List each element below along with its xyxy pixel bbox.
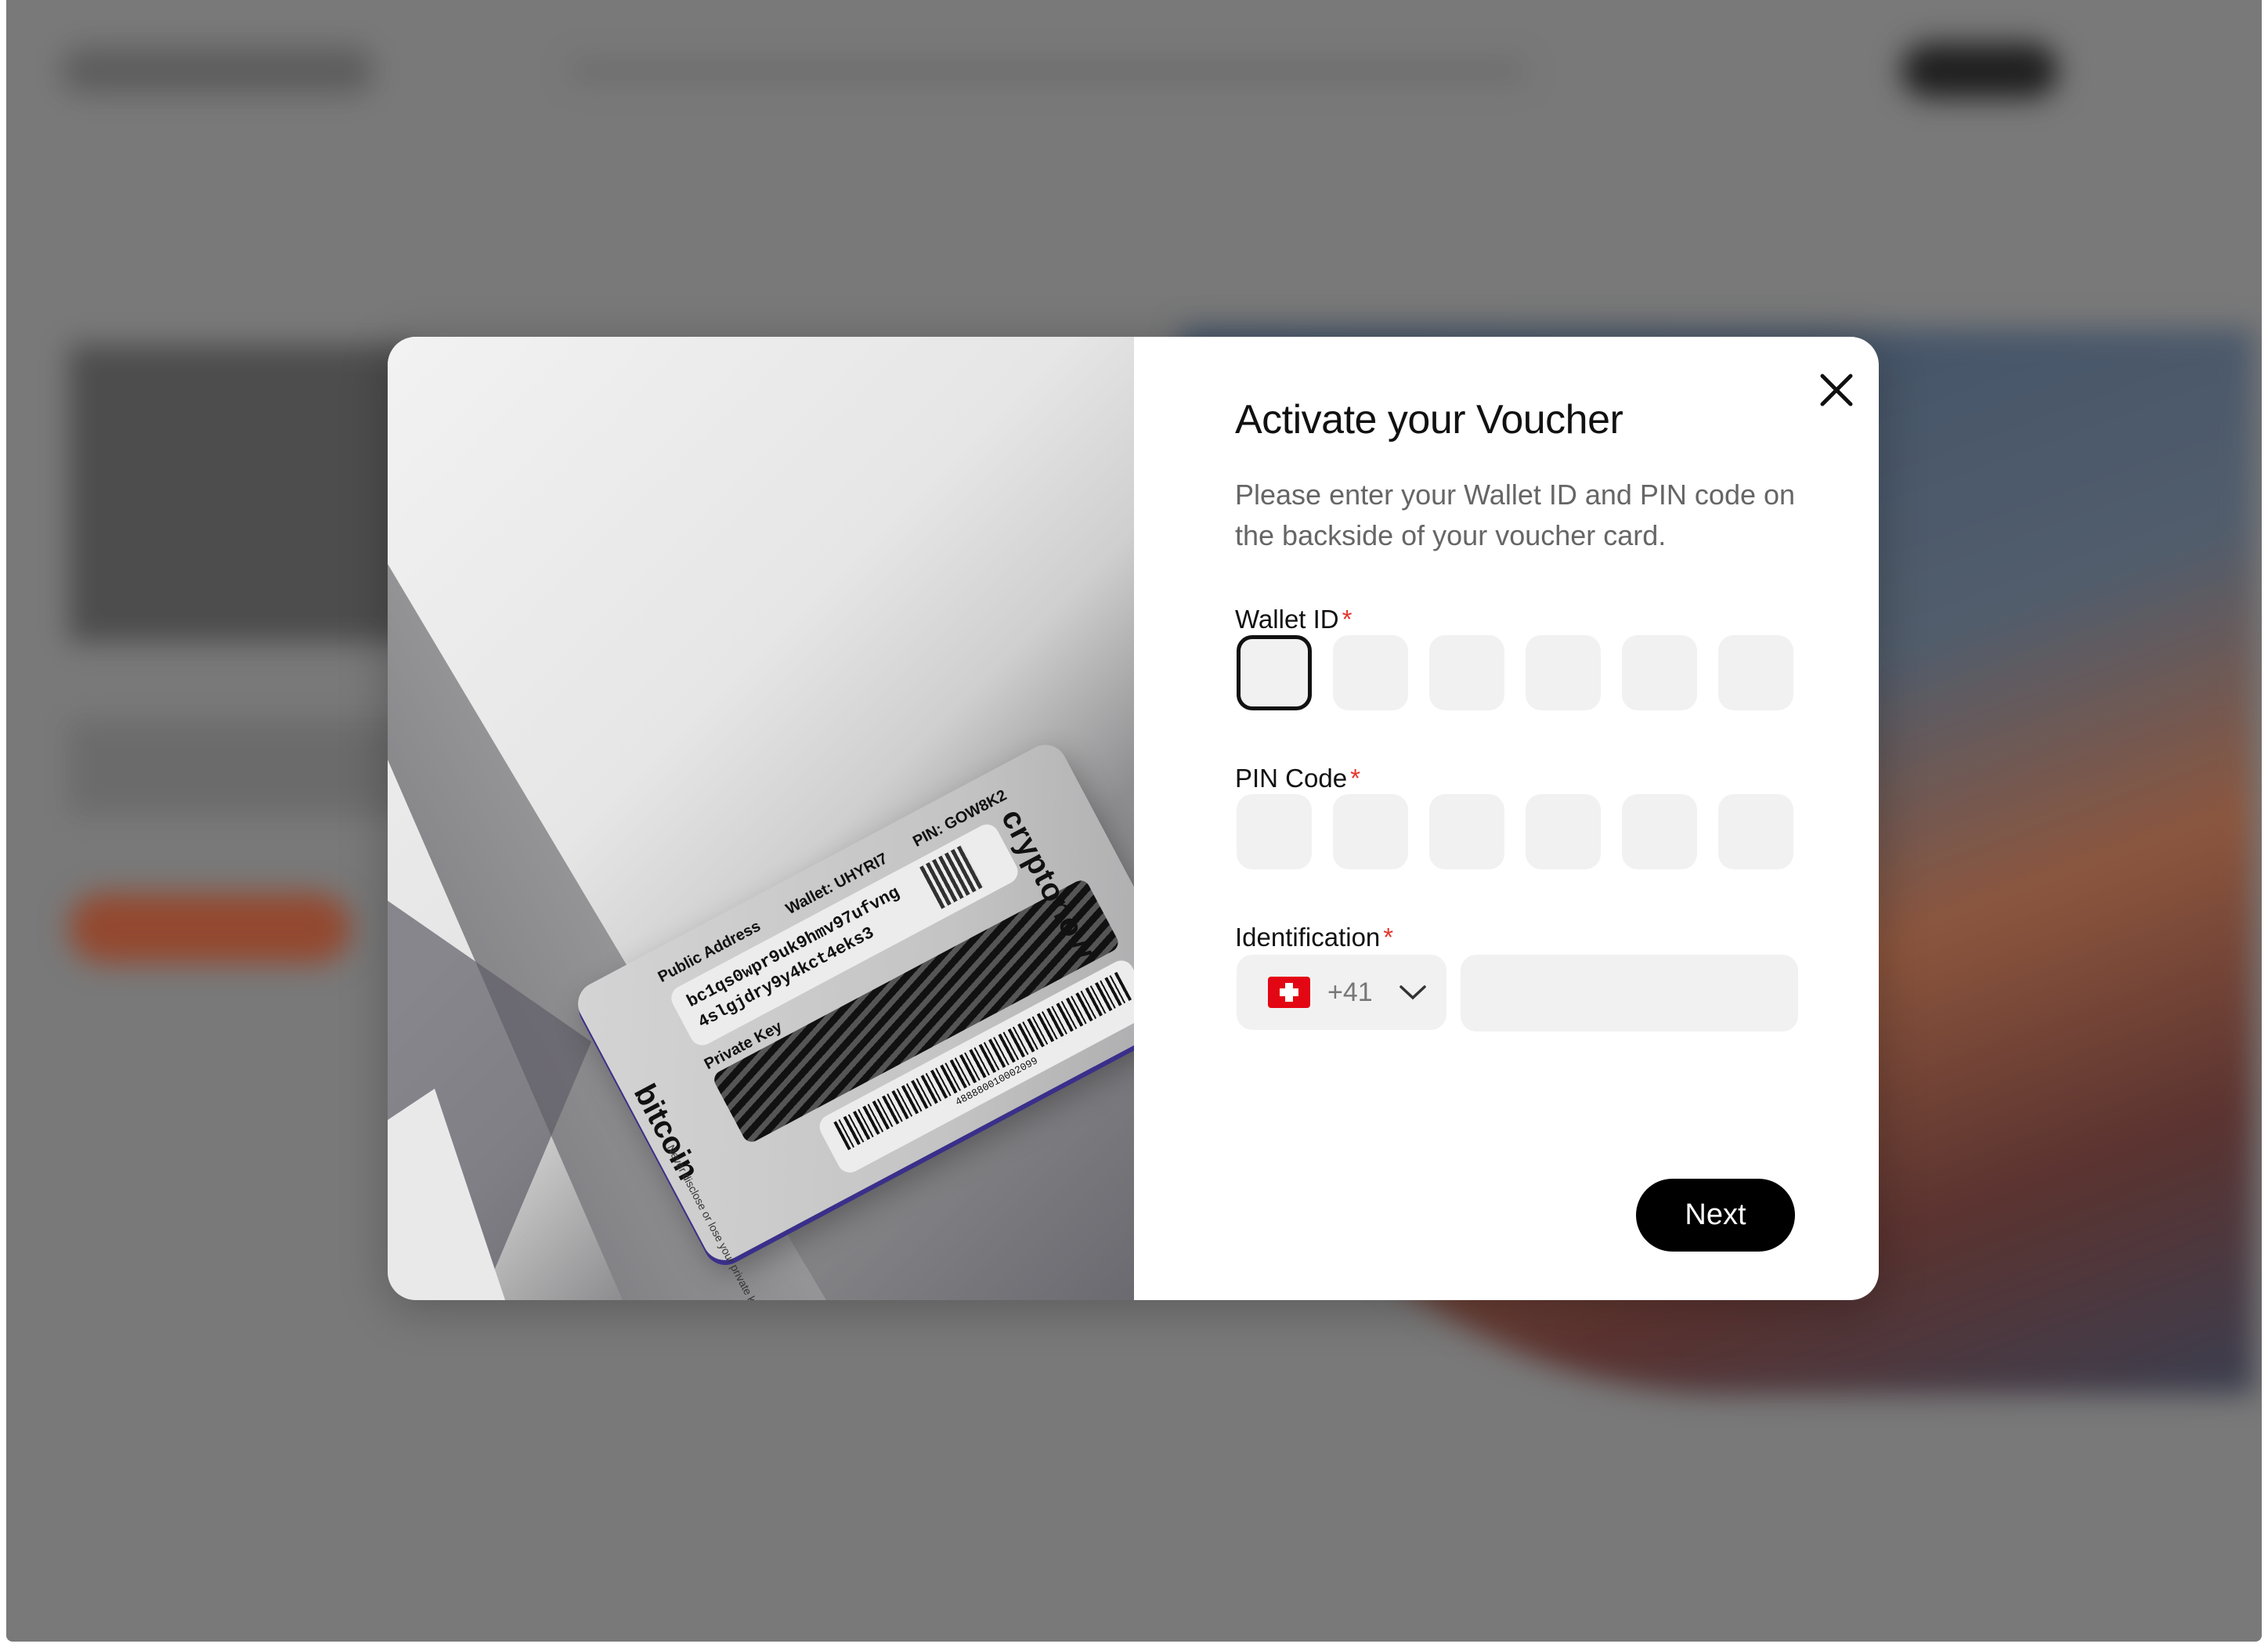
required-mark: *: [1342, 605, 1352, 634]
chevron-down-icon: [1399, 985, 1426, 1000]
modal-subtitle: Please enter your Wallet ID and PIN code…: [1235, 479, 1796, 551]
identification-label: Identification *: [1235, 923, 1394, 952]
pin-digit-5[interactable]: [1622, 794, 1697, 869]
activate-voucher-modal: Public AddressWallet: UHYRI7PIN: GOW8K2 …: [388, 337, 1879, 1300]
pin-digit-1[interactable]: [1237, 794, 1312, 869]
close-icon: [1820, 374, 1853, 406]
required-mark: *: [1350, 764, 1360, 793]
wallet-id-digit-5[interactable]: [1622, 635, 1697, 710]
wallet-id-digit-3[interactable]: [1429, 635, 1504, 710]
pin-code-inputs: [1237, 794, 1793, 869]
next-button[interactable]: Next: [1636, 1179, 1795, 1252]
country-code-value: +41: [1327, 977, 1373, 1007]
wallet-id-digit-2[interactable]: [1333, 635, 1408, 710]
wallet-id-digit-4[interactable]: [1526, 635, 1601, 710]
pin-digit-3[interactable]: [1429, 794, 1504, 869]
pin-digit-2[interactable]: [1333, 794, 1408, 869]
wallet-id-digit-6[interactable]: [1718, 635, 1793, 710]
switzerland-flag-icon: [1268, 977, 1310, 1008]
pin-code-label: PIN Code *: [1235, 764, 1360, 793]
required-mark: *: [1383, 923, 1394, 952]
wallet-id-digit-1[interactable]: [1237, 635, 1312, 710]
pin-digit-4[interactable]: [1526, 794, 1601, 869]
identification-number-input[interactable]: [1461, 955, 1798, 1031]
country-code-select[interactable]: +41: [1237, 955, 1446, 1030]
wallet-id-inputs: [1237, 635, 1793, 710]
voucher-card-photo: Public AddressWallet: UHYRI7PIN: GOW8K2 …: [388, 337, 1134, 1300]
wallet-id-label: Wallet ID *: [1235, 605, 1352, 634]
pin-digit-6[interactable]: [1718, 794, 1793, 869]
modal-title: Activate your Voucher: [1235, 397, 1623, 443]
close-button[interactable]: [1819, 373, 1854, 407]
